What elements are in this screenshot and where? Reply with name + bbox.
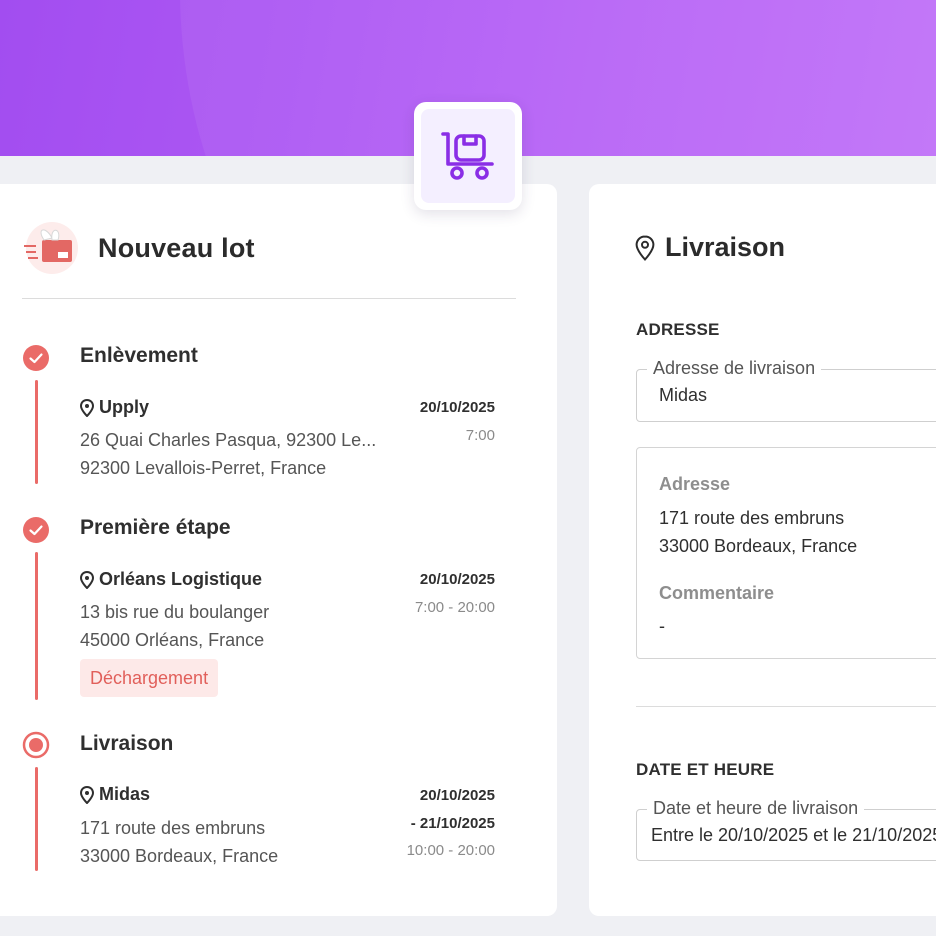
stop-place: Orléans Logistique: [80, 569, 262, 590]
lot-card: Nouveau lot Enlèvement Upply 26 Quai Cha…: [0, 184, 557, 916]
stop-date: 20/10/2025: [419, 399, 495, 416]
stop-address-line1: 13 bis rue du boulanger: [80, 602, 270, 622]
comment-value: -: [659, 616, 665, 636]
delivery-datetime-value: Entre le 20/10/2025 et le 21/10/2025: [651, 825, 936, 845]
stop-place-name: Upply: [99, 397, 150, 417]
delivery-datetime-label: Date et heure de livraison: [647, 798, 865, 819]
stop-title: Livraison: [80, 732, 174, 755]
comment-label: Commentaire: [659, 583, 775, 603]
stop-place: Upply: [80, 397, 149, 418]
delivery-address-value: Midas: [659, 385, 708, 405]
stop-title: Première étape: [80, 516, 231, 539]
stop-time: 7:00: [465, 427, 495, 444]
timeline-line: [35, 380, 38, 484]
stop-place-name: Orléans Logistique: [99, 569, 263, 589]
address-line2: 33000 Bordeaux, France: [659, 536, 858, 556]
stop-status: [22, 344, 50, 372]
section-divider: [636, 706, 936, 707]
location-pin-icon: [635, 234, 655, 261]
address-label: Adresse: [659, 474, 731, 494]
stop-time: 7:00 - 20:00: [414, 599, 495, 616]
stop-status: [22, 731, 50, 759]
stop-address-line1: 26 Quai Charles Pasqua, 92300 Le...: [80, 430, 377, 450]
header-divider: [22, 298, 516, 299]
timeline-line: [35, 767, 38, 871]
delivery-card: Livraison ADRESSE Adresse de livraison M…: [589, 184, 936, 916]
stop-place-name: Midas: [99, 784, 151, 804]
stop-title: Enlèvement: [80, 344, 198, 367]
stop-date: 20/10/2025: [419, 571, 495, 588]
delivery-header: Livraison: [635, 232, 785, 263]
cart-icon: [441, 132, 494, 180]
delivery-datetime-field[interactable]: Date et heure de livraison Entre le 20/1…: [636, 798, 936, 861]
stop-date-end: - 21/10/2025: [410, 815, 495, 832]
lot-header: Nouveau lot: [22, 222, 255, 274]
flying-parcel-icon: [24, 222, 78, 274]
cart-tile: [414, 102, 522, 210]
stop-place: Midas: [80, 784, 150, 805]
stop-tag: Déchargement: [80, 659, 219, 697]
address-line1: 171 route des embruns: [659, 508, 845, 528]
lot-title: Nouveau lot: [98, 232, 255, 263]
stop-date: 20/10/2025: [419, 787, 495, 804]
delivery-address-field[interactable]: Adresse de livraison Midas: [636, 358, 936, 422]
radio-dot-icon: [22, 731, 50, 759]
check-circle-icon: [23, 517, 49, 543]
stop-time: 10:00 - 20:00: [406, 842, 495, 859]
stop-status: [22, 516, 50, 544]
location-pin-icon: [80, 785, 94, 804]
stop-address-line2: 92300 Levallois-Perret, France: [80, 458, 327, 478]
datetime-section-label: DATE ET HEURE: [636, 760, 775, 779]
address-section-label: ADRESSE: [636, 320, 720, 339]
timeline-line: [35, 552, 38, 700]
delivery-address-label: Adresse de livraison: [647, 358, 822, 379]
stop-address-line2: 45000 Orléans, France: [80, 630, 265, 650]
delivery-title: Livraison: [665, 232, 786, 262]
location-pin-icon: [80, 398, 94, 417]
check-circle-icon: [23, 345, 49, 371]
stop-address-line1: 171 route des embruns: [80, 818, 266, 838]
stop-address-line2: 33000 Bordeaux, France: [80, 846, 279, 866]
location-pin-icon: [80, 570, 94, 589]
address-details: Adresse 171 route des embruns 33000 Bord…: [636, 447, 936, 659]
